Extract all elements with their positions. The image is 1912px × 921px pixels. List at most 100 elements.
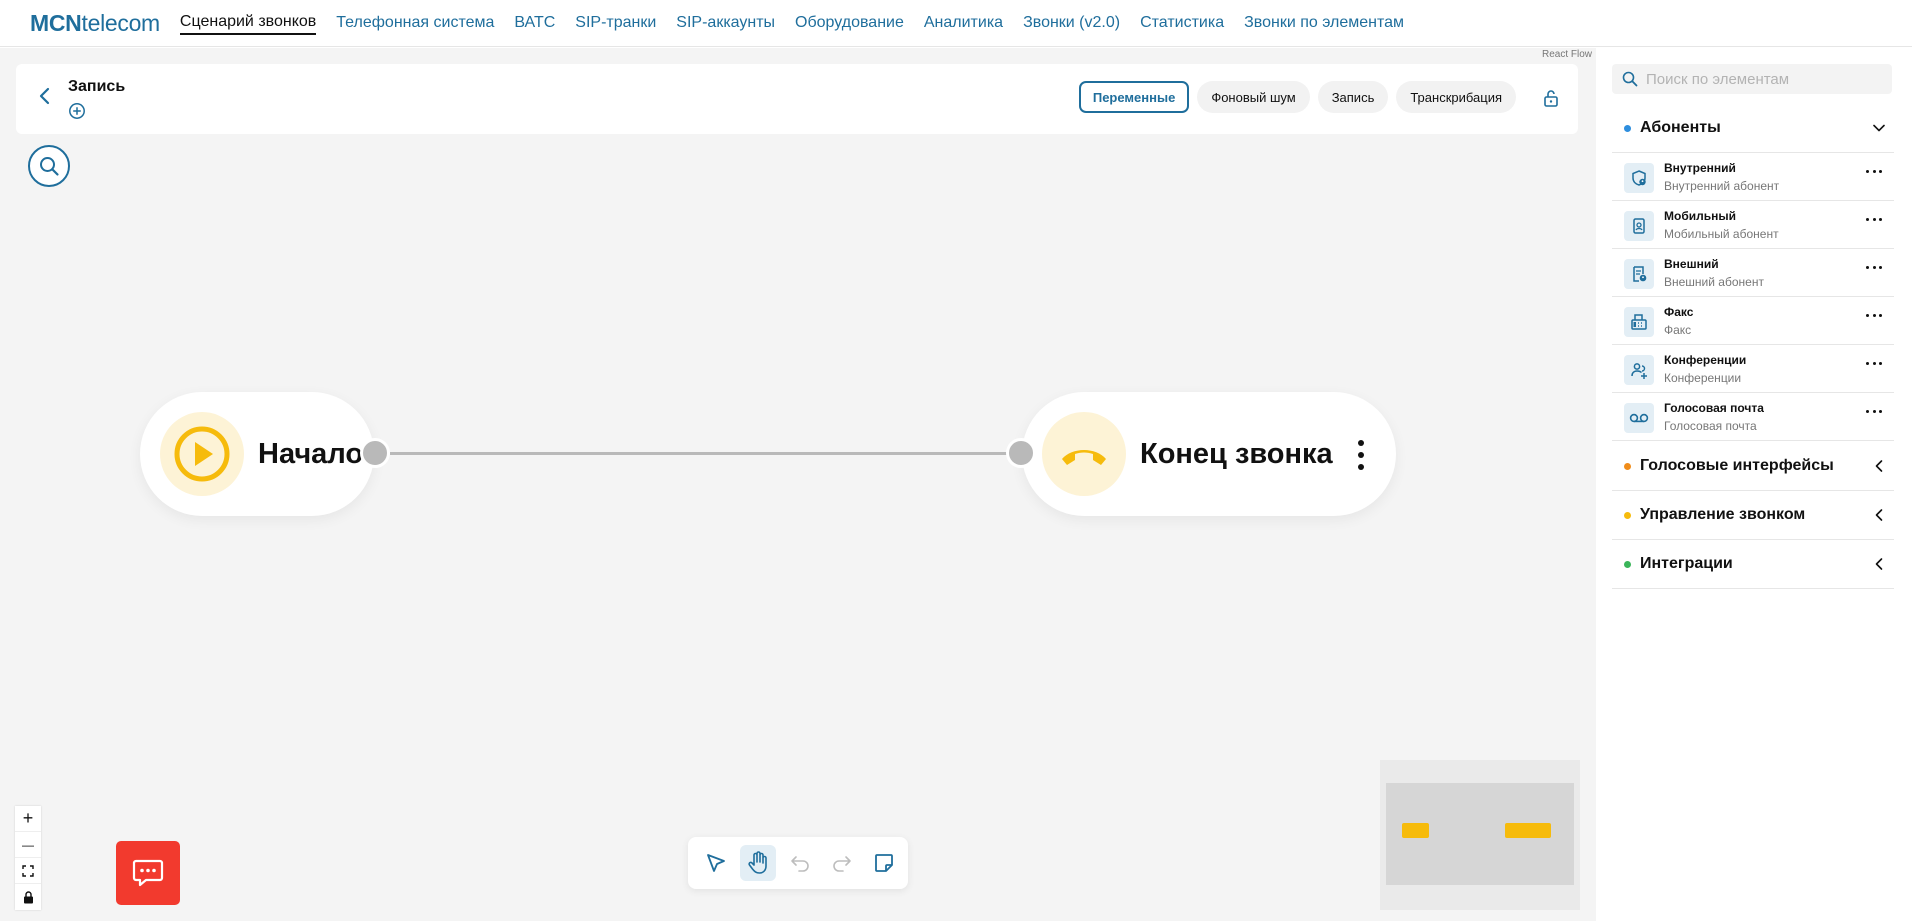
scenario-title: Запись	[68, 78, 126, 95]
item-more-button[interactable]	[1866, 263, 1882, 271]
undo-icon	[791, 856, 809, 872]
hand-icon	[748, 851, 767, 874]
more-dot	[1872, 361, 1876, 365]
react-flow-attribution[interactable]: React Flow	[1542, 49, 1592, 60]
start-node-label: Начало	[258, 437, 364, 470]
nav-item-calls-by-element[interactable]: Звонки по элементам	[1244, 12, 1404, 34]
background-noise-button[interactable]: Фоновый шум	[1197, 81, 1310, 113]
internal-subscriber-icon	[1624, 163, 1654, 193]
group-integrations: Интеграции	[1612, 540, 1894, 589]
item-subtitle: Голосовая почта	[1664, 419, 1757, 433]
nav-item-statistics[interactable]: Статистика	[1140, 12, 1224, 34]
minimap[interactable]	[1380, 760, 1580, 910]
end-node-input-handle[interactable]	[1006, 438, 1036, 468]
zoom-out-button[interactable]: —	[15, 832, 41, 858]
nav-item-equipment[interactable]: Оборудование	[795, 12, 904, 34]
more-dot	[1358, 452, 1364, 458]
canvas-search-button[interactable]	[28, 145, 70, 187]
more-dot	[1866, 361, 1869, 365]
group-subscribers-header[interactable]: Абоненты	[1612, 104, 1894, 152]
lock-icon	[23, 890, 33, 903]
item-subtitle: Конференции	[1664, 371, 1742, 385]
group-title: Управление звонком	[1640, 506, 1806, 523]
group-subscribers: Абоненты Внутренний Внутренний абонент М…	[1612, 104, 1894, 441]
end-node-label: Конец звонка	[1140, 437, 1333, 470]
item-more-button[interactable]	[1866, 359, 1882, 367]
group-integrations-header[interactable]: Интеграции	[1612, 540, 1894, 588]
item-more-button[interactable]	[1866, 407, 1882, 415]
nav-item-call-scenario[interactable]: Сценарий звонков	[179, 11, 317, 35]
nav-item-analytics[interactable]: Аналитика	[924, 12, 1003, 34]
support-chat-button[interactable]	[116, 841, 180, 905]
search-icon	[40, 157, 59, 176]
undo-button[interactable]	[782, 845, 818, 881]
item-subtitle: Внешний абонент	[1664, 275, 1764, 289]
item-subtitle: Мобильный абонент	[1664, 227, 1779, 241]
minimap-node-end	[1505, 823, 1551, 838]
flow-canvas[interactable]: React Flow Запись Переменные Фоновый шум…	[0, 48, 1596, 921]
start-node-output-handle[interactable]	[360, 438, 390, 468]
more-dot	[1866, 313, 1869, 317]
more-dot	[1879, 313, 1882, 317]
start-node[interactable]: Начало	[140, 392, 374, 516]
chevron-left-icon	[39, 87, 50, 105]
logo[interactable]: MCNtelecom	[30, 10, 160, 37]
end-node-menu-button[interactable]	[1356, 440, 1366, 470]
pan-tool-button[interactable]	[740, 845, 776, 881]
back-button[interactable]	[32, 84, 56, 108]
conference-icon	[1624, 355, 1654, 385]
item-more-button[interactable]	[1866, 215, 1882, 223]
sticky-note-icon	[875, 854, 893, 872]
item-title: Конференции	[1664, 353, 1747, 367]
redo-button[interactable]	[824, 845, 860, 881]
more-dot	[1872, 217, 1876, 221]
element-conference[interactable]: Конференции Конференции	[1612, 344, 1894, 392]
more-dot	[1879, 265, 1882, 269]
element-mobile[interactable]: Мобильный Мобильный абонент	[1612, 200, 1894, 248]
more-dot	[1879, 169, 1882, 173]
more-dot	[1879, 361, 1882, 365]
item-title: Факс	[1664, 305, 1694, 319]
nav-item-sip-accounts[interactable]: SIP-аккаунты	[676, 12, 775, 34]
element-external[interactable]: Внешний Внешний абонент	[1612, 248, 1894, 296]
element-search-box	[1612, 64, 1892, 94]
group-voice-interfaces-header[interactable]: Голосовые интерфейсы	[1612, 442, 1894, 490]
chat-icon	[132, 859, 164, 887]
scenario-header: Запись Переменные Фоновый шум Запись Тра…	[16, 64, 1578, 134]
zoom-in-button[interactable]: +	[15, 806, 41, 832]
element-internal[interactable]: Внутренний Внутренний абонент	[1612, 152, 1894, 200]
end-node-icon-wrap	[1042, 412, 1126, 496]
element-voicemail[interactable]: Голосовая почта Голосовая почта	[1612, 392, 1894, 440]
more-dot	[1866, 169, 1869, 173]
more-dot	[1879, 217, 1882, 221]
transcription-button[interactable]: Транскрибация	[1396, 81, 1516, 113]
group-voice-interfaces: Голосовые интерфейсы	[1612, 442, 1894, 491]
group-color-dot	[1624, 511, 1631, 519]
group-title: Интеграции	[1640, 555, 1733, 572]
end-node[interactable]: Конец звонка	[1022, 392, 1396, 516]
add-circle-icon[interactable]	[68, 102, 86, 120]
element-search-input[interactable]	[1646, 70, 1876, 88]
item-more-button[interactable]	[1866, 167, 1882, 175]
variables-button[interactable]: Переменные	[1078, 81, 1190, 113]
item-more-button[interactable]	[1866, 311, 1882, 319]
group-call-control: Управление звонком	[1612, 491, 1894, 540]
nav-item-phone-system[interactable]: Телефонная система	[336, 12, 494, 34]
select-tool-button[interactable]	[698, 845, 734, 881]
group-call-control-header[interactable]: Управление звонком	[1612, 491, 1894, 539]
nav-item-sip-trunks[interactable]: SIP-транки	[575, 12, 656, 34]
nav-item-vats[interactable]: ВАТС	[514, 12, 555, 34]
fit-view-button[interactable]	[15, 858, 41, 884]
nav-item-calls-v2[interactable]: Звонки (v2.0)	[1023, 12, 1120, 34]
flow-edge[interactable]	[390, 452, 1012, 455]
recording-button[interactable]: Запись	[1317, 81, 1389, 113]
group-color-dot	[1624, 462, 1631, 470]
unlock-icon[interactable]	[1542, 88, 1560, 108]
more-dot	[1358, 440, 1364, 446]
more-dot	[1866, 217, 1869, 221]
sticky-note-button[interactable]	[866, 845, 902, 881]
lock-canvas-button[interactable]	[15, 884, 41, 910]
item-title: Голосовая почта	[1664, 401, 1764, 415]
element-fax[interactable]: Факс Факс	[1612, 296, 1894, 344]
item-subtitle: Внутренний абонент	[1664, 179, 1780, 193]
